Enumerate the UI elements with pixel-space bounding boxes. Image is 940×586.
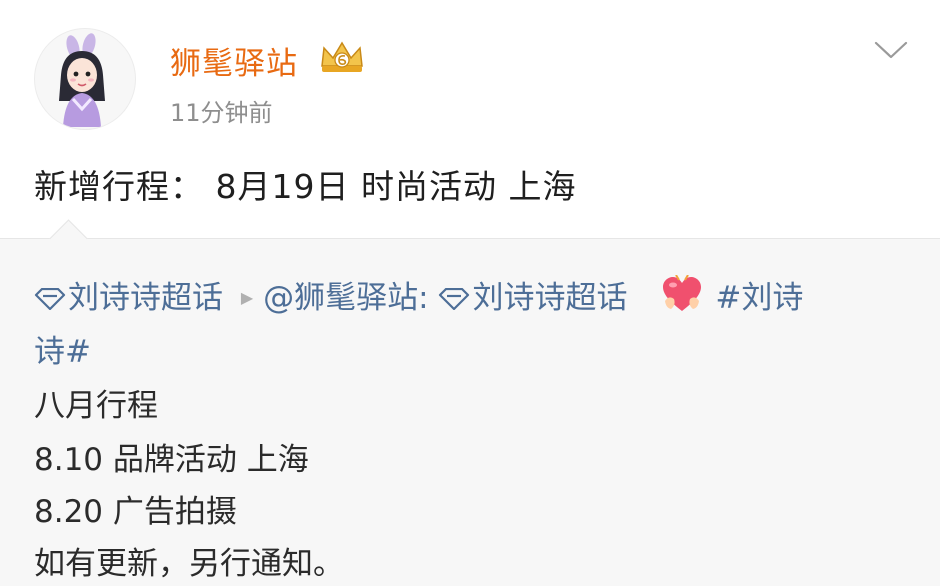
crown-vip-badge-icon[interactable] (318, 40, 366, 78)
repost-header-line: 刘诗诗超话 ▶ @狮髦驿站: 刘诗诗超话 #刘诗 (34, 272, 803, 323)
hashtag-link-continued[interactable]: 诗# (34, 326, 91, 371)
chevron-down-icon[interactable] (870, 34, 912, 66)
super-topic-label: 刘诗诗超话 (68, 280, 223, 316)
mention-link[interactable]: @狮髦驿站 (263, 280, 418, 316)
super-topic-diamond-icon (34, 288, 66, 310)
author-avatar[interactable] (34, 28, 136, 130)
avatar-illustration-icon (59, 33, 105, 127)
author-name[interactable]: 狮髦驿站 (170, 38, 298, 83)
repost-text-line: 8.20 广告拍摄 (34, 494, 237, 530)
mention-colon: : (418, 280, 429, 316)
post-content: 新增行程： 8月19日 时尚活动 上海 (34, 167, 577, 206)
post-timestamp: 11分钟前 (170, 99, 273, 127)
heart-hug-emoji-icon (661, 274, 703, 323)
super-topic-link[interactable]: 刘诗诗超话 (34, 280, 233, 316)
inner-super-topic-label: 刘诗诗超话 (472, 280, 628, 316)
hashtag-link[interactable]: #刘诗 (715, 280, 803, 316)
triangle-right-icon: ▶ (240, 288, 254, 307)
post-header: 狮髦驿站 11分钟前 (0, 0, 940, 140)
repost-text-line: 八月行程 (34, 388, 158, 424)
repost-text-line: 如有更新，另行通知。 (34, 546, 344, 582)
repost-text-line: 8.10 品牌活动 上海 (34, 442, 309, 478)
super-topic-diamond-icon (439, 288, 470, 310)
inner-super-topic-link[interactable]: 刘诗诗超话 (429, 280, 638, 316)
